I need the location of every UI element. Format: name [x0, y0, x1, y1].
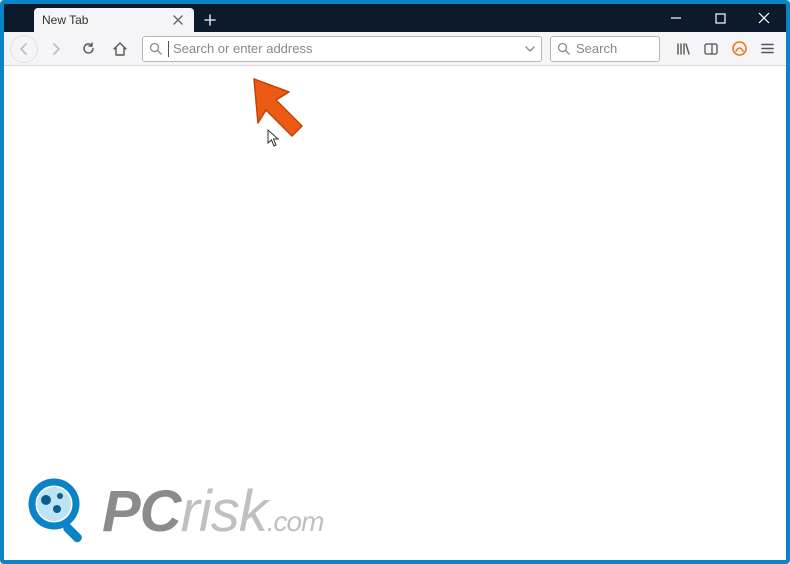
navigation-toolbar	[4, 32, 786, 66]
search-input[interactable]	[576, 41, 653, 56]
library-icon[interactable]	[670, 36, 696, 62]
chevron-down-icon[interactable]	[525, 44, 535, 54]
new-tab-button[interactable]	[198, 8, 222, 32]
reload-button[interactable]	[74, 35, 102, 63]
address-bar[interactable]	[142, 36, 542, 62]
watermark-dotcom: .com	[267, 506, 324, 537]
forward-button[interactable]	[42, 35, 70, 63]
close-window-button[interactable]	[742, 4, 786, 32]
watermark-logo: PCrisk.com	[24, 476, 323, 546]
menu-icon[interactable]	[754, 36, 780, 62]
maximize-button[interactable]	[698, 4, 742, 32]
close-tab-icon[interactable]	[170, 12, 186, 28]
page-content: PCrisk.com	[4, 66, 786, 560]
window-controls	[654, 4, 786, 32]
text-cursor	[168, 41, 169, 57]
sidebar-icon[interactable]	[698, 36, 724, 62]
toolbar-right-icons	[670, 36, 780, 62]
search-icon	[149, 42, 162, 55]
tab-title: New Tab	[42, 13, 88, 27]
back-button[interactable]	[10, 35, 38, 63]
extension-icon[interactable]	[726, 36, 752, 62]
magnifier-logo-icon	[24, 476, 94, 546]
cursor-icon	[267, 129, 281, 147]
search-icon	[557, 42, 570, 55]
address-input[interactable]	[173, 41, 519, 56]
watermark-text: PCrisk.com	[102, 478, 323, 545]
search-box[interactable]	[550, 36, 660, 62]
watermark-pc: PC	[102, 479, 181, 544]
watermark-risk: risk	[181, 479, 267, 544]
minimize-button[interactable]	[654, 4, 698, 32]
browser-tab[interactable]: New Tab	[34, 8, 194, 32]
titlebar: New Tab	[4, 4, 786, 32]
home-button[interactable]	[106, 35, 134, 63]
